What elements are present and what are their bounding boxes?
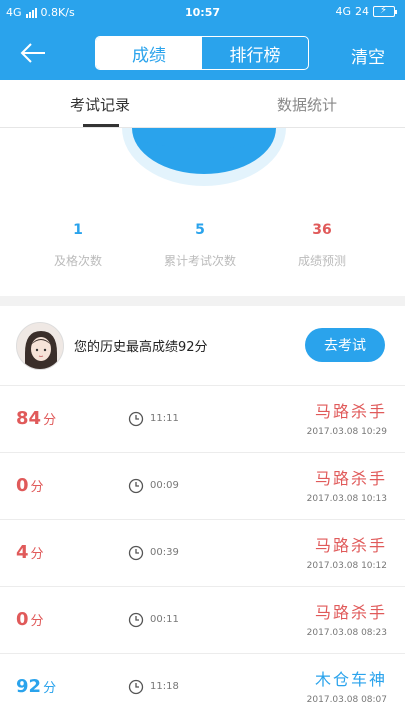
record-score: 4分 bbox=[16, 542, 44, 563]
avatar bbox=[16, 322, 64, 370]
status-bar: 4G 0.8K/s 10:57 4G 24 ⚡ bbox=[0, 0, 405, 26]
record-duration: 00:39 bbox=[150, 547, 179, 558]
section-divider bbox=[0, 296, 405, 306]
record-score-unit: 分 bbox=[43, 681, 57, 696]
stat-label: 及格次数 bbox=[53, 254, 102, 268]
record-score: 92 分 bbox=[16, 676, 56, 697]
record-date: 2017.03.08 10:12 bbox=[306, 561, 387, 571]
record-duration: 00:11 bbox=[150, 614, 179, 625]
segment-control: 成绩 排行榜 bbox=[95, 36, 309, 70]
best-score-text: 您的历史最高成绩92分 bbox=[74, 340, 208, 355]
record-row[interactable]: 4分 00:39 马路杀手 2017.03.08 10:12 bbox=[0, 520, 405, 587]
score-gauge-panel: 1 及格次数 5 累计考试次数 36 成绩预测 bbox=[0, 128, 405, 296]
record-score-value: 92 bbox=[16, 676, 42, 697]
best-score-row: 您的历史最高成绩92分 去考试 bbox=[0, 306, 405, 386]
stat-pass-count: 1 及格次数 bbox=[18, 222, 138, 269]
record-title: 木仓车神 bbox=[314, 670, 387, 689]
record-date: 2017.03.08 08:23 bbox=[306, 628, 387, 638]
record-score-value: 0 bbox=[16, 609, 29, 630]
record-duration: 11:18 bbox=[150, 681, 179, 692]
stat-label: 成绩预测 bbox=[297, 254, 346, 268]
record-title: 马路杀手 bbox=[314, 536, 387, 555]
record-score-unit: 分 bbox=[30, 614, 44, 629]
record-date: 2017.03.08 08:07 bbox=[306, 695, 387, 705]
clock-icon bbox=[128, 478, 144, 494]
record-date: 2017.03.08 10:13 bbox=[306, 494, 387, 504]
record-score: 0分 bbox=[16, 475, 44, 496]
clock-icon bbox=[128, 545, 144, 561]
status-right: 4G 24 ⚡ bbox=[335, 5, 397, 18]
stat-value: 36 bbox=[312, 222, 332, 238]
segment-ranking[interactable]: 排行榜 bbox=[202, 37, 308, 69]
record-score: 84 分 bbox=[16, 408, 56, 429]
battery-charging-icon: ⚡ bbox=[373, 5, 397, 17]
stat-label: 累计考试次数 bbox=[163, 254, 236, 268]
record-date: 2017.03.08 10:29 bbox=[306, 427, 387, 437]
record-title: 马路杀手 bbox=[314, 603, 387, 622]
stat-total-exams: 5 累计考试次数 bbox=[140, 222, 260, 269]
clock-icon bbox=[128, 411, 144, 427]
record-score-value: 0 bbox=[16, 475, 29, 496]
clock-icon bbox=[128, 679, 144, 695]
tab-statistics[interactable]: 数据统计 bbox=[277, 94, 337, 115]
record-row[interactable]: 92 分 11:18 木仓车神 2017.03.08 08:07 bbox=[0, 654, 405, 720]
tab-bar: 考试记录 数据统计 bbox=[0, 80, 405, 128]
back-arrow-icon[interactable] bbox=[18, 38, 48, 68]
record-score-unit: 分 bbox=[43, 413, 57, 428]
record-duration: 00:09 bbox=[150, 480, 179, 491]
record-score-value: 84 bbox=[16, 408, 42, 429]
segment-score[interactable]: 成绩 bbox=[96, 37, 202, 69]
clock-icon bbox=[128, 612, 144, 628]
record-title: 马路杀手 bbox=[314, 469, 387, 488]
stat-value: 5 bbox=[195, 222, 205, 238]
stat-score-prediction: 36 成绩预测 bbox=[262, 222, 382, 269]
record-duration: 11:11 bbox=[150, 413, 179, 424]
record-score-unit: 分 bbox=[30, 480, 44, 495]
tab-indicator bbox=[83, 124, 119, 127]
tab-exam-records[interactable]: 考试记录 bbox=[70, 94, 130, 115]
signal-value: 24 bbox=[355, 5, 369, 18]
clear-button[interactable]: 清空 bbox=[351, 43, 385, 68]
network-type-right: 4G bbox=[335, 5, 351, 18]
start-exam-button[interactable]: 去考试 bbox=[305, 328, 385, 362]
score-gauge bbox=[122, 128, 286, 186]
exam-records-list: 84 分 11:11 马路杀手 2017.03.08 10:29 0分 00:09… bbox=[0, 386, 405, 720]
record-title: 马路杀手 bbox=[314, 402, 387, 421]
record-row[interactable]: 84 分 11:11 马路杀手 2017.03.08 10:29 bbox=[0, 386, 405, 453]
record-score-value: 4 bbox=[16, 542, 29, 563]
stat-value: 1 bbox=[73, 222, 83, 238]
record-score-unit: 分 bbox=[30, 547, 44, 562]
avatar-image bbox=[17, 323, 63, 369]
record-row[interactable]: 0分 00:09 马路杀手 2017.03.08 10:13 bbox=[0, 453, 405, 520]
record-score: 0分 bbox=[16, 609, 44, 630]
record-row[interactable]: 0分 00:11 马路杀手 2017.03.08 08:23 bbox=[0, 587, 405, 654]
app-header: 成绩 排行榜 清空 bbox=[0, 26, 405, 80]
